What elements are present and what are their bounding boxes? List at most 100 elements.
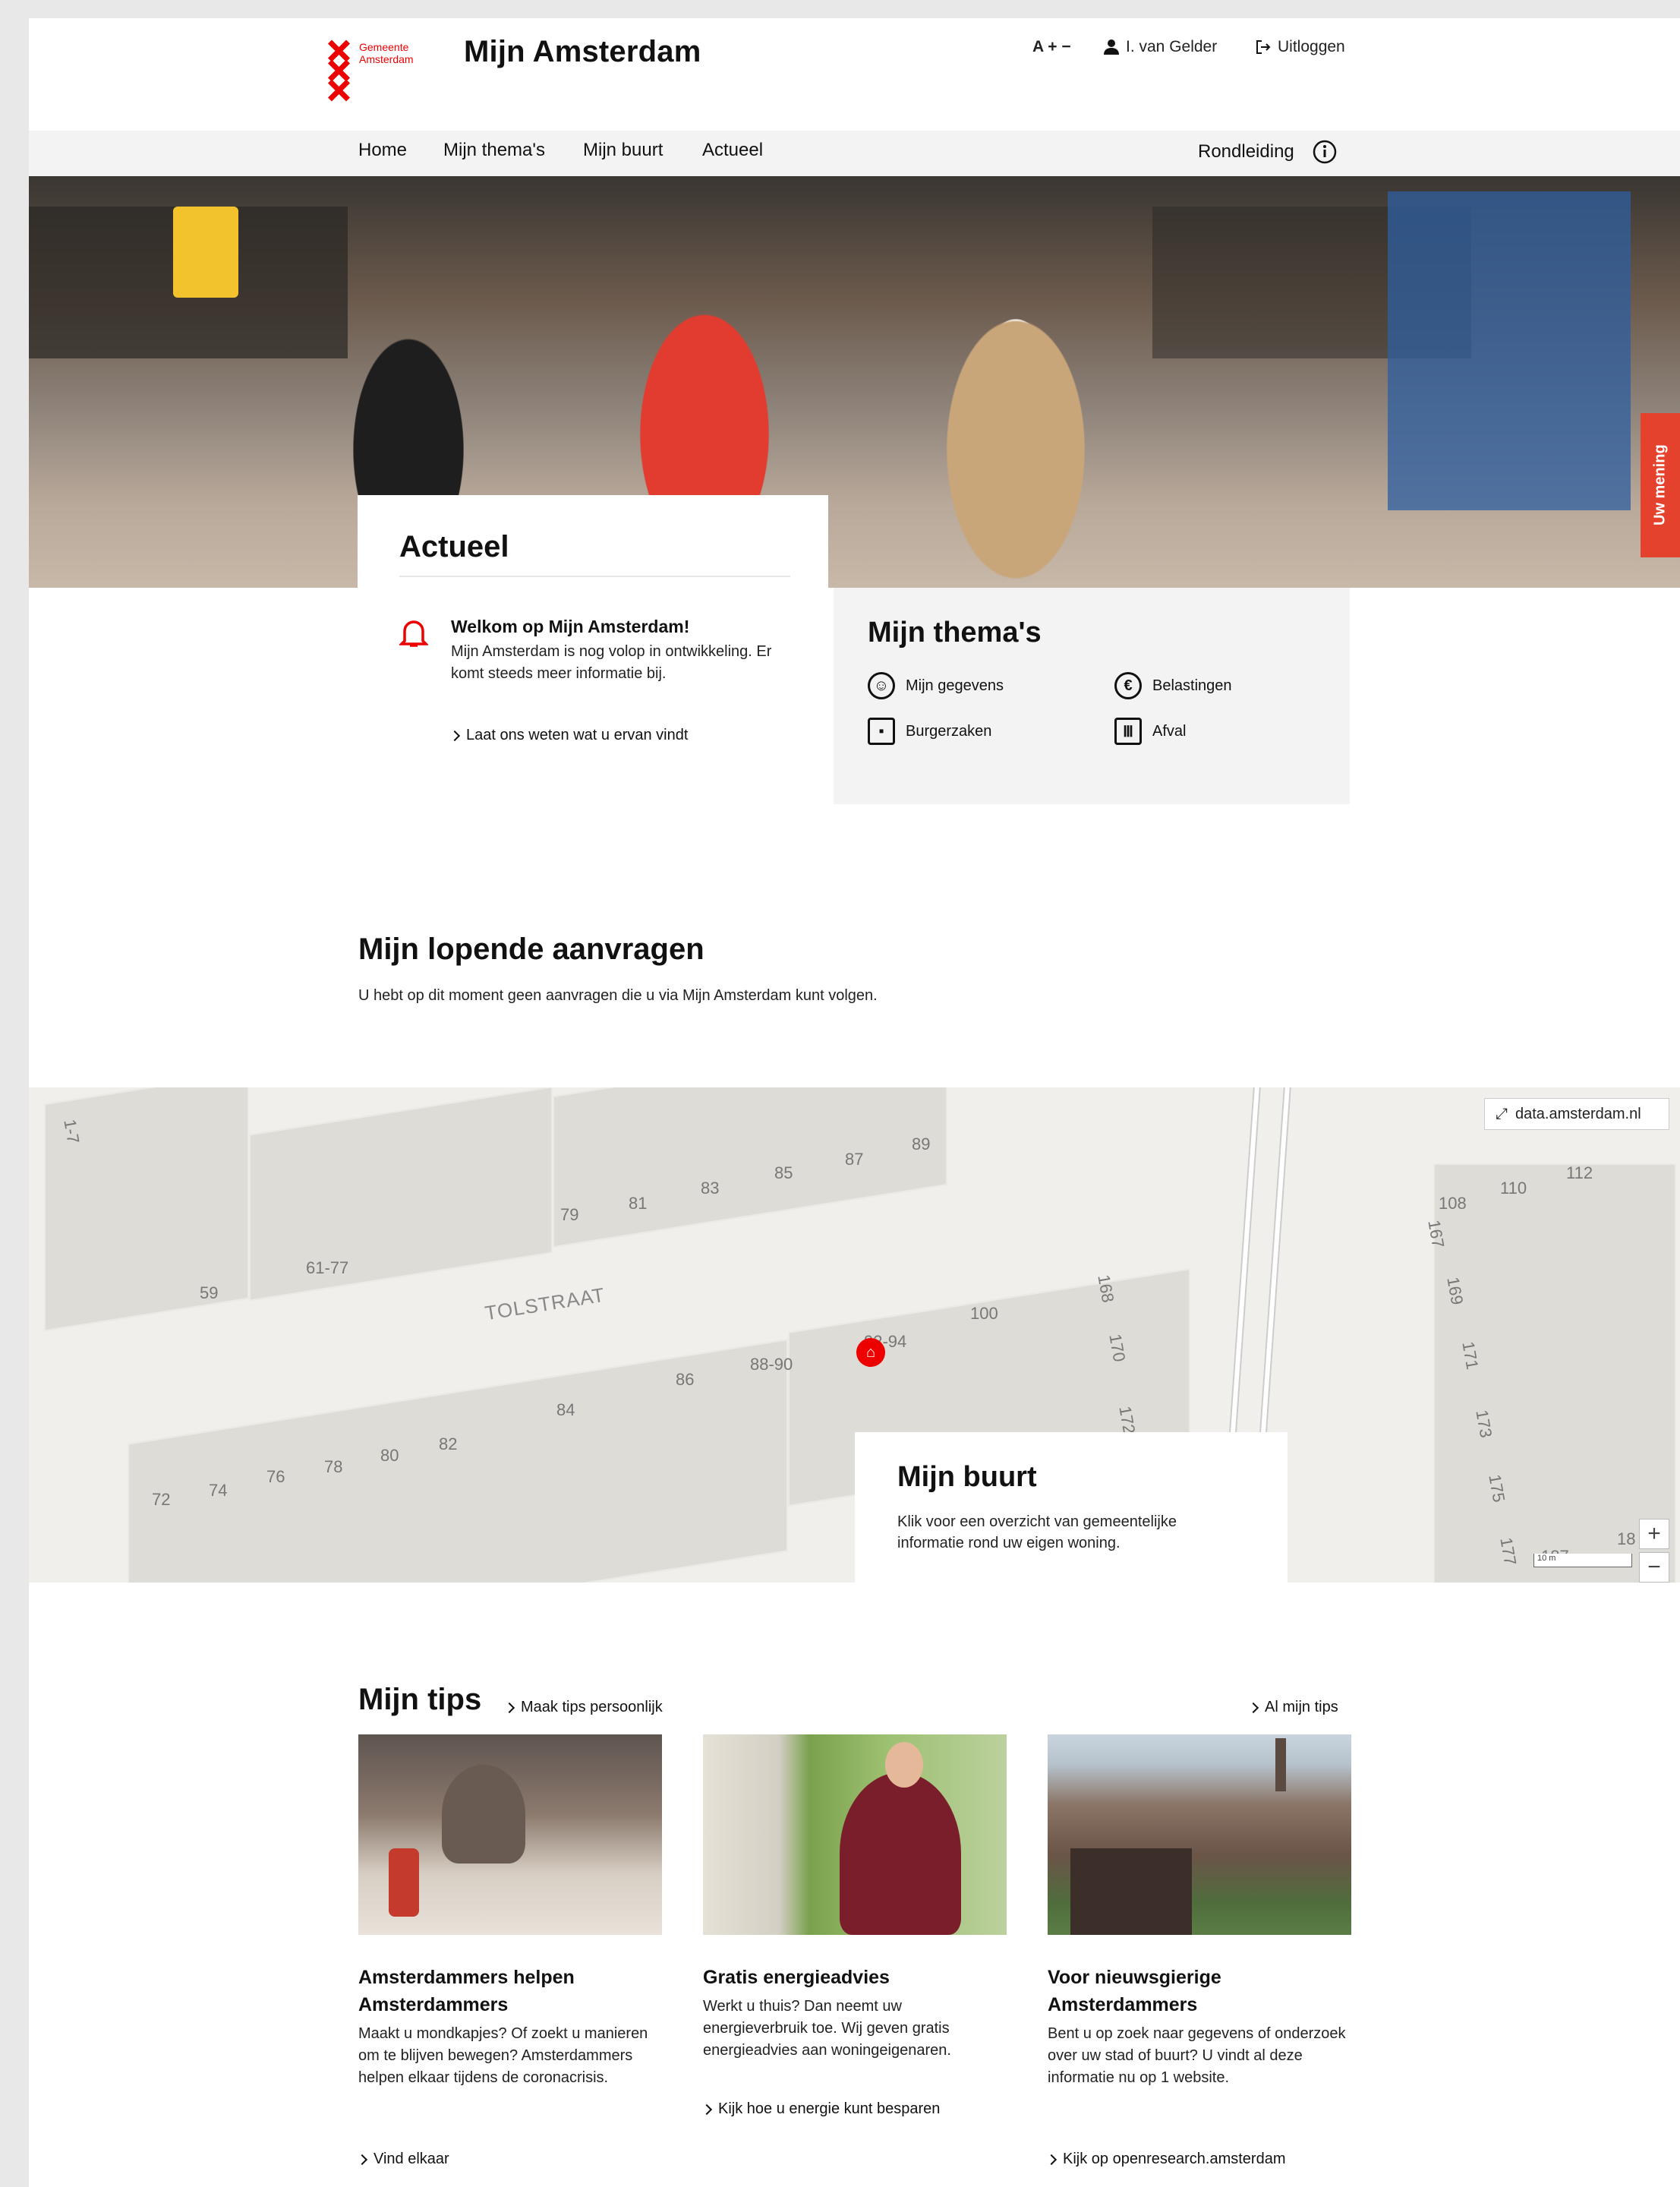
map-building <box>553 1087 947 1248</box>
logout-button[interactable]: Uitloggen <box>1255 38 1345 56</box>
tip-photo-object <box>389 1848 419 1917</box>
tip-title[interactable]: Voor nieuwsgierige Amsterdammers <box>1048 1964 1351 2018</box>
actueel-card: Actueel Welkom op Mijn Amsterdam! Mijn A… <box>358 495 828 768</box>
divider <box>399 576 790 577</box>
tip-link[interactable]: Kijk hoe u energie kunt besparen <box>701 2100 941 2118</box>
nav-item-actueel[interactable]: Actueel <box>702 140 763 161</box>
font-size-toggle[interactable]: A + − <box>1032 38 1071 56</box>
tip-photo-tower <box>1275 1738 1286 1791</box>
id-card-icon: ▪ <box>868 718 895 745</box>
home-location-icon[interactable]: ⌂ <box>856 1338 885 1367</box>
tip-body: Bent u op zoek naar gegevens of onderzoe… <box>1048 2025 1346 2086</box>
street-label: TOLSTRAAT <box>483 1283 607 1325</box>
buurt-card[interactable]: Mijn buurt Klik voor een overzicht van g… <box>855 1432 1288 1583</box>
expand-icon: ⤢ <box>1496 1105 1508 1122</box>
tour-label: Rondleiding <box>1198 141 1294 162</box>
page: Gemeente Amsterdam Mijn Amsterdam A + − … <box>29 18 1680 2187</box>
house-number: 100 <box>970 1304 998 1323</box>
tip-image[interactable] <box>703 1734 1007 1935</box>
tip-body: Werkt u thuis? Dan neemt uw energieverbr… <box>703 1998 951 2059</box>
tip-link-label: Kijk hoe u energie kunt besparen <box>718 2100 941 2117</box>
house-number: 81 <box>629 1194 648 1213</box>
feedback-tab[interactable]: Uw mening <box>1641 413 1680 557</box>
house-number: 76 <box>266 1467 285 1486</box>
house-number: 87 <box>845 1150 864 1169</box>
tip-title[interactable]: Gratis energieadvies <box>703 1964 1007 1991</box>
thema-afval[interactable]: Ⅲ Afval <box>1114 718 1186 745</box>
hero-image <box>29 176 1680 588</box>
zoom-out-button[interactable]: − <box>1639 1552 1669 1583</box>
house-number: 84 <box>556 1400 575 1419</box>
chevron-right-icon <box>1045 2154 1057 2165</box>
nav-item-mijn-buurt[interactable]: Mijn buurt <box>583 140 663 161</box>
chevron-right-icon <box>449 730 461 741</box>
amsterdam-logo[interactable]: Gemeente Amsterdam <box>327 39 433 123</box>
tip-link[interactable]: Kijk op openresearch.amsterdam <box>1045 2151 1285 2168</box>
tip-photo-person <box>442 1765 525 1864</box>
buurt-body: Klik voor een overzicht van gemeentelijk… <box>897 1513 1177 1551</box>
actueel-title: Actueel <box>399 530 509 563</box>
tip-photo-person <box>840 1772 961 1935</box>
logout-icon <box>1256 40 1271 54</box>
bell-icon <box>399 620 428 647</box>
feedback-link-label: Laat ons weten wat u ervan vindt <box>466 727 689 743</box>
chevron-right-icon <box>356 2154 368 2165</box>
tip-image[interactable] <box>1048 1734 1351 1935</box>
house-number: 82 <box>439 1434 458 1453</box>
thema-label: Mijn gegevens <box>906 677 1004 694</box>
house-number: 74 <box>209 1481 228 1500</box>
logout-label: Uitloggen <box>1278 38 1345 55</box>
thema-belastingen[interactable]: € Belastingen <box>1114 672 1232 699</box>
buurt-title: Mijn buurt <box>897 1461 1037 1493</box>
tips-title: Mijn tips <box>358 1683 482 1716</box>
thema-mijn-gegevens[interactable]: ☺ Mijn gegevens <box>868 672 1004 699</box>
all-tips-link[interactable]: Al mijn tips <box>1247 1699 1338 1716</box>
user-circle-icon: ☺ <box>868 672 895 699</box>
nav-item-mijn-themas[interactable]: Mijn thema's <box>443 140 545 161</box>
notification-body: Mijn Amsterdam is nog volop in ontwikkel… <box>451 643 772 682</box>
hero-parking-sign <box>173 207 238 298</box>
house-number: 18 <box>1617 1529 1636 1548</box>
chevron-right-icon <box>503 1702 515 1713</box>
thema-burgerzaken[interactable]: ▪ Burgerzaken <box>868 718 991 745</box>
tip-title[interactable]: Amsterdammers helpen Amsterdammers <box>358 1964 662 2018</box>
house-number: 59 <box>200 1283 219 1302</box>
personalize-tips-link[interactable]: Maak tips persoonlijk <box>503 1699 663 1716</box>
user-name: I. van Gelder <box>1126 38 1218 55</box>
trash-bin-icon: Ⅲ <box>1114 718 1142 745</box>
tip-image[interactable] <box>358 1734 662 1935</box>
tip-photo-face <box>885 1742 923 1788</box>
data-amsterdam-label: data.amsterdam.nl <box>1515 1105 1641 1122</box>
user-icon <box>1104 39 1119 55</box>
house-number: 88-90 <box>750 1355 793 1374</box>
house-number: 85 <box>774 1163 793 1182</box>
nav-item-home[interactable]: Home <box>358 140 407 161</box>
house-number: 168 <box>1094 1273 1118 1305</box>
site-title[interactable]: Mijn Amsterdam <box>464 35 701 69</box>
feedback-link[interactable]: Laat ons weten wat u ervan vindt <box>449 727 689 744</box>
house-number: 112 <box>1566 1163 1593 1182</box>
chevron-right-icon <box>701 2103 713 2115</box>
logo-cross-icon <box>327 79 350 102</box>
zoom-in-button[interactable]: + <box>1639 1519 1669 1549</box>
tip-body: Maakt u mondkapjes? Of zoekt u manieren … <box>358 2025 648 2086</box>
house-number: 1-7 <box>60 1118 84 1145</box>
house-number: 83 <box>701 1179 720 1198</box>
chevron-right-icon <box>1247 1702 1259 1713</box>
main-navigation <box>29 131 1680 176</box>
tip-link[interactable]: Vind elkaar <box>356 2151 449 2168</box>
thema-label: Afval <box>1152 722 1187 740</box>
all-tips-label: Al mijn tips <box>1265 1699 1338 1715</box>
euro-icon: € <box>1114 672 1142 699</box>
house-number: 79 <box>560 1205 579 1224</box>
tip-link-label: Vind elkaar <box>374 2151 449 2167</box>
house-number: 80 <box>380 1446 399 1465</box>
house-number: 72 <box>152 1490 171 1509</box>
house-number: 61-77 <box>306 1258 349 1277</box>
data-amsterdam-link[interactable]: ⤢ data.amsterdam.nl <box>1484 1098 1669 1130</box>
hero-blue-tent <box>1388 191 1631 510</box>
user-profile-link[interactable]: I. van Gelder <box>1103 38 1217 56</box>
tour-button[interactable]: Rondleiding <box>1198 140 1337 164</box>
personalize-tips-label: Maak tips persoonlijk <box>521 1699 663 1715</box>
aanvragen-title: Mijn lopende aanvragen <box>358 933 704 966</box>
